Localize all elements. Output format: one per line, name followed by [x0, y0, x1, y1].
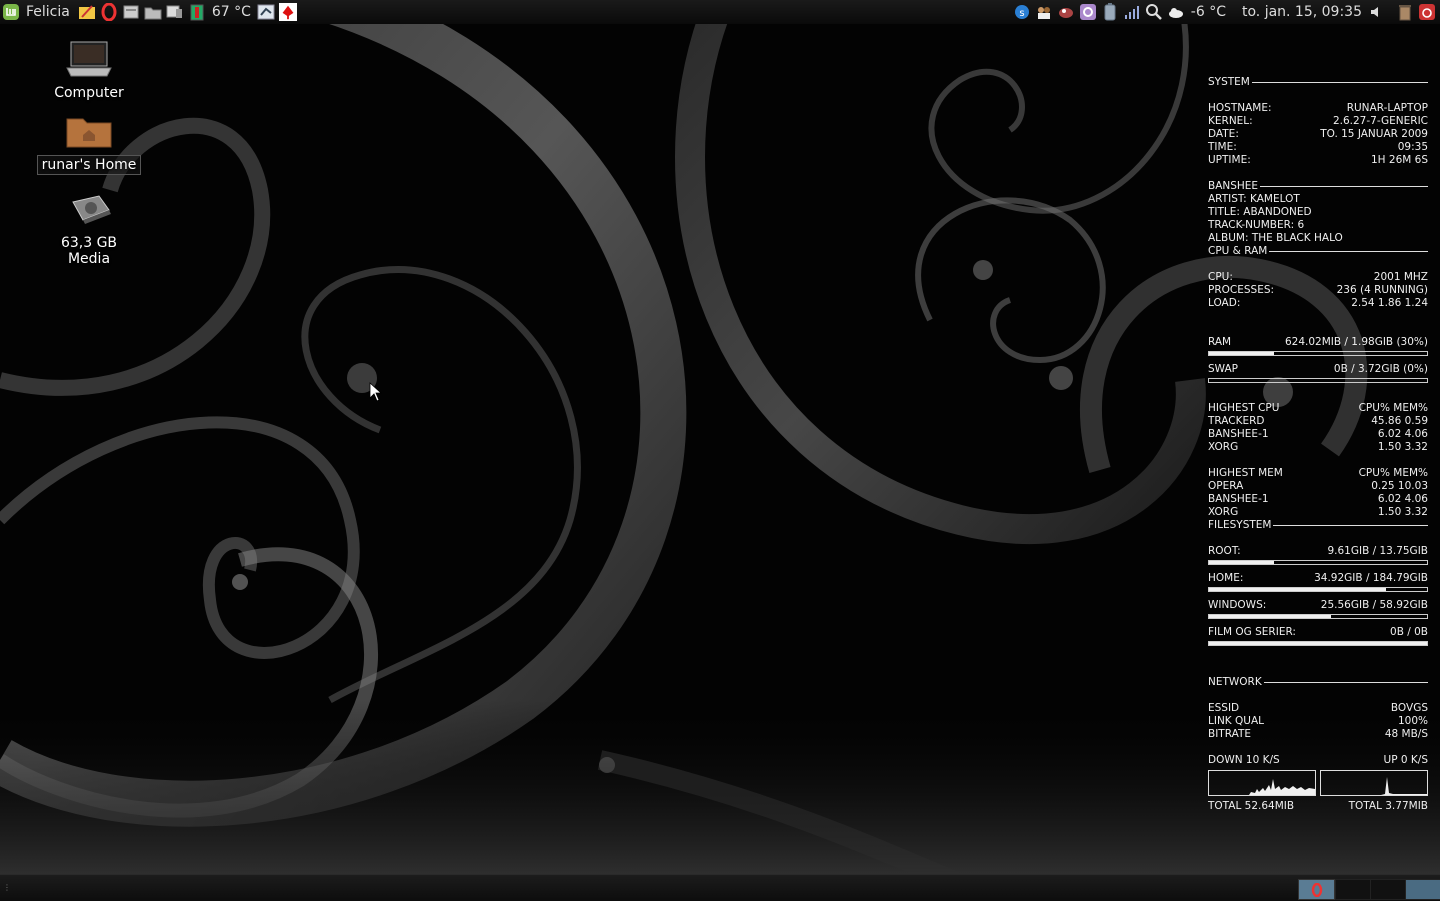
taskbar-opera-button[interactable] [1298, 879, 1335, 900]
pokerstars-icon[interactable] [278, 3, 297, 21]
ram-usage-bar [1208, 351, 1428, 356]
settings-icon[interactable] [257, 3, 275, 21]
fs-usage-bar [1208, 614, 1428, 619]
hard-drive-icon [72, 195, 111, 224]
weather-temperature[interactable]: -6 °C [1191, 4, 1226, 20]
swap-row: SWAP 0B / 3.72GIB (0%) [1208, 363, 1428, 375]
panel-clock[interactable]: to. jan. 15, 09:35 [1242, 4, 1362, 20]
process-row: BANSHEE-1 6.02 4.06 [1208, 428, 1428, 440]
file-manager-icon[interactable] [122, 3, 140, 21]
bottom-panel: ⋮ [0, 874, 1440, 901]
panel-handle[interactable]: ⋮ [3, 883, 11, 893]
mint-menu-icon[interactable] [2, 3, 20, 21]
workspace-1[interactable] [1335, 879, 1371, 900]
system-row: UPTIME: 1H 26M 6S [1208, 154, 1428, 166]
section-header-filesystem: FILESYSTEM [1208, 519, 1428, 532]
conky-monitor: SYSTEM HOSTNAME: RUNAR-LAPTOP KERNEL: 2.6.… [1208, 76, 1428, 813]
desktop-icon-label: runar's Home [36, 155, 142, 175]
ram-row: RAM 624.02MIB / 1.98GIB (30%) [1208, 336, 1428, 348]
highest-mem-header: HIGHEST MEM CPU% MEM% [1208, 467, 1428, 479]
system-row: HOSTNAME: RUNAR-LAPTOP [1208, 102, 1428, 114]
wifi-signal-icon[interactable] [1123, 3, 1141, 21]
system-row: DATE: TO. 15 JANUAR 2009 [1208, 128, 1428, 140]
network-total-row: TOTAL 52.64MIB TOTAL 3.77MIB [1208, 800, 1428, 812]
fs-row-film: FILM OG SERIER: 0B / 0B [1208, 626, 1428, 638]
section-header-system: SYSTEM [1208, 76, 1428, 89]
desktop-icon-media-drive[interactable]: 63,3 GB Media [34, 192, 144, 268]
process-row: XORG 1.50 3.32 [1208, 441, 1428, 453]
volume-icon[interactable] [1368, 3, 1386, 21]
workspace-2[interactable] [1370, 879, 1406, 900]
network-speed-row: DOWN 10 K/S UP 0 K/S [1208, 754, 1428, 766]
svg-text:s: s [1019, 8, 1024, 19]
pidgin-icon[interactable] [1057, 3, 1075, 21]
cpu-row: LOAD: 2.54 1.86 1.24 [1208, 297, 1428, 309]
fs-row-root: ROOT: 9.61GIB / 13.75GIB [1208, 545, 1428, 557]
thermometer-icon [188, 3, 206, 21]
upload-graph [1320, 770, 1428, 796]
cpu-row: PROCESSES: 236 (4 RUNNING) [1208, 284, 1428, 296]
swap-usage-bar [1208, 378, 1428, 383]
desktop-icon-home[interactable]: runar's Home [34, 113, 144, 175]
fs-usage-bar [1208, 587, 1428, 592]
system-row: KERNEL: 2.6.27-7-GENERIC [1208, 115, 1428, 127]
desktop-icon-computer[interactable]: Computer [34, 40, 144, 102]
process-row: BANSHEE-1 6.02 4.06 [1208, 493, 1428, 505]
network-row: LINK QUAL 100% [1208, 715, 1428, 727]
section-header-cpu-ram: CPU & RAM [1208, 245, 1428, 258]
top-panel: Felicia 67 °C s -6 °C to. jan. 15, 09:35 [0, 0, 1440, 24]
fs-row-home: HOME: 34.92GIB / 184.79GIB [1208, 572, 1428, 584]
desktop-icon-label: Computer [54, 85, 124, 101]
workspace-3[interactable] [1405, 879, 1440, 900]
battery-icon[interactable] [1101, 3, 1119, 21]
desktop-icon-label: 63,3 GB Media [60, 235, 118, 267]
folder-icon[interactable] [144, 3, 162, 21]
highest-cpu-header: HIGHEST CPU CPU% MEM% [1208, 402, 1428, 414]
preferences-icon[interactable] [1079, 3, 1097, 21]
weather-cloud-icon[interactable] [1167, 3, 1185, 21]
process-row: TRACKERD 45.86 0.59 [1208, 415, 1428, 427]
fs-usage-bar [1208, 560, 1428, 565]
skype-icon[interactable]: s [1013, 3, 1031, 21]
fs-row-windows: WINDOWS: 25.56GIB / 58.92GIB [1208, 599, 1428, 611]
opera-icon [1311, 882, 1322, 897]
fs-usage-bar [1208, 641, 1428, 646]
banshee-line: TITLE: ABANDONED [1208, 206, 1312, 218]
network-row: BITRATE 48 MB/S [1208, 728, 1428, 740]
home-folder-icon [66, 118, 112, 148]
banshee-line: ARTIST: KAMELOT [1208, 193, 1300, 205]
messenger-icon[interactable] [1035, 3, 1053, 21]
cpu-row: CPU: 2001 MHZ [1208, 271, 1428, 283]
trash-icon[interactable] [1396, 3, 1414, 21]
opera-icon[interactable] [100, 3, 118, 21]
cpu-temperature: 67 °C [211, 4, 251, 20]
notes-icon[interactable] [78, 3, 96, 21]
process-row: OPERA 0.25 10.03 [1208, 480, 1428, 492]
banshee-line: ALBUM: THE BLACK HALO [1208, 232, 1343, 244]
process-row: XORG 1.50 3.32 [1208, 506, 1428, 518]
system-row: TIME: 09:35 [1208, 141, 1428, 153]
shutdown-icon[interactable] [1418, 3, 1436, 21]
banshee-line: TRACK-NUMBER: 6 [1208, 219, 1305, 231]
section-header-banshee: BANSHEE [1208, 180, 1428, 193]
search-icon[interactable] [1145, 3, 1163, 21]
laptop-icon [66, 41, 112, 77]
section-header-network: NETWORK [1208, 676, 1428, 689]
terminal-icon[interactable] [166, 3, 184, 21]
download-graph [1208, 770, 1316, 796]
main-menu-button[interactable]: Felicia [26, 4, 70, 20]
network-row: ESSID BOVGS [1208, 702, 1428, 714]
